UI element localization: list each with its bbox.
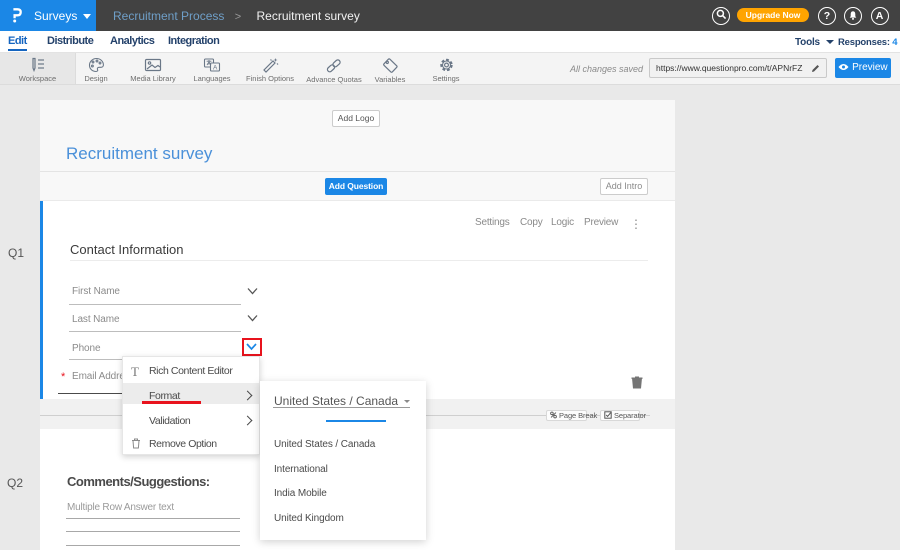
svg-text:A: A [213,65,218,72]
